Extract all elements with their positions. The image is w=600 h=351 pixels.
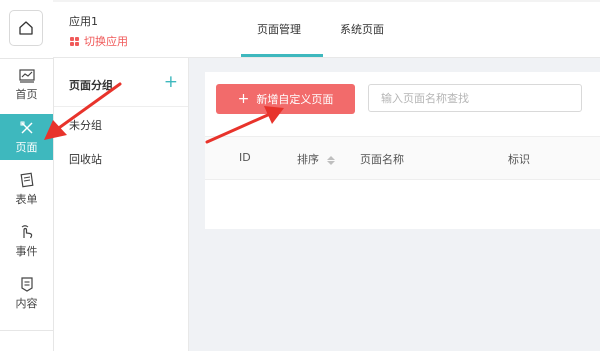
- group-item-ungrouped[interactable]: 未分组: [69, 117, 102, 133]
- rail-item-home[interactable]: 首页: [0, 62, 53, 108]
- rail-item-label: 事件: [15, 244, 38, 258]
- grid-icon: [70, 36, 79, 46]
- app-name: 应用1: [69, 15, 98, 28]
- switch-app-label: 切换应用: [84, 35, 128, 48]
- column-header-id: ID: [239, 151, 251, 164]
- rail-item-label: 页面: [15, 140, 38, 154]
- pencil-ruler-icon: [20, 121, 32, 133]
- switch-app-link[interactable]: 切换应用: [70, 33, 128, 49]
- rail-item-content[interactable]: 内容: [0, 270, 53, 316]
- tab-page-management[interactable]: 页面管理: [257, 21, 301, 37]
- rail-divider: [0, 58, 53, 59]
- left-nav-rail: 首页 页面 表单 事件 内容: [0, 0, 54, 351]
- tab-system-pages[interactable]: 系统页面: [340, 21, 384, 37]
- column-header-sort[interactable]: 排序: [297, 151, 335, 167]
- home-icon: [19, 21, 33, 35]
- page-list-card: + 新增自定义页面 ID 排序 页面名称 标识: [205, 72, 600, 229]
- page-search-input[interactable]: [368, 84, 582, 112]
- rail-divider: [0, 330, 53, 331]
- rail-item-label: 首页: [15, 87, 38, 101]
- home-button[interactable]: [9, 10, 43, 46]
- group-item-recycle-bin[interactable]: 回收站: [69, 151, 102, 167]
- sort-icon[interactable]: [326, 155, 335, 165]
- column-header-page-name: 页面名称: [360, 153, 404, 166]
- rail-item-form[interactable]: 表单: [0, 166, 53, 212]
- chart-icon: [18, 68, 35, 83]
- add-custom-page-button[interactable]: + 新增自定义页面: [216, 84, 355, 114]
- active-tab-indicator: [241, 54, 323, 57]
- plus-icon: +: [237, 91, 250, 107]
- rail-item-page[interactable]: 页面: [0, 114, 53, 160]
- add-button-label: 新增自定义页面: [256, 93, 334, 106]
- add-group-icon[interactable]: +: [164, 74, 178, 91]
- table-header: ID 排序 页面名称 标识: [205, 136, 600, 180]
- page-group-panel: 页面分组 + 未分组 回收站: [54, 58, 189, 351]
- column-header-identifier: 标识: [508, 153, 530, 166]
- top-header: 应用1 切换应用 页面管理 系统页面: [53, 0, 600, 58]
- rail-item-label: 内容: [15, 296, 38, 310]
- form-icon: [20, 172, 33, 187]
- group-divider: [54, 106, 188, 107]
- content-doc-icon: [20, 276, 33, 292]
- column-header-label: 排序: [297, 153, 319, 166]
- rail-item-label: 表单: [15, 192, 38, 206]
- rail-item-event[interactable]: 事件: [0, 218, 53, 264]
- group-panel-title: 页面分组: [69, 79, 113, 92]
- hand-pointer-icon: [21, 224, 32, 238]
- header-top-rule: [53, 0, 600, 2]
- table-body-empty: [205, 179, 600, 229]
